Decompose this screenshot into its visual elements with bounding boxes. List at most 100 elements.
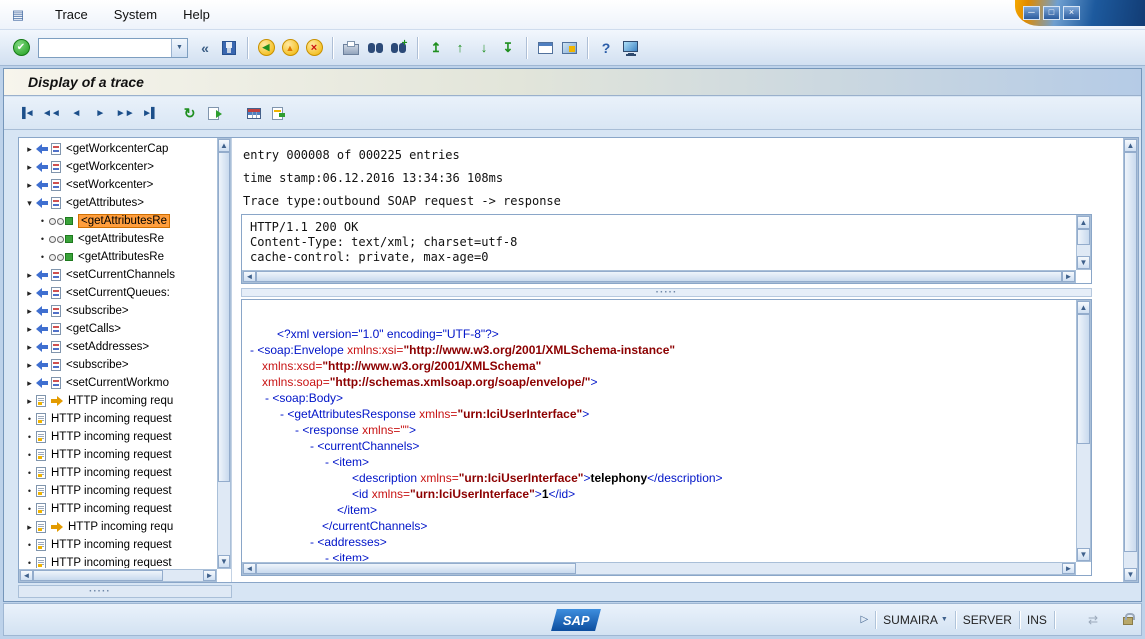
maximize-button[interactable]: □ bbox=[1043, 6, 1060, 20]
tree-item[interactable]: ▸<subscribe> bbox=[21, 302, 217, 320]
scroll-up-icon[interactable]: ▲ bbox=[1124, 139, 1137, 152]
next-entries-page-button[interactable]: ►► bbox=[114, 103, 136, 123]
previous-entry-button[interactable]: ◄ bbox=[66, 103, 86, 123]
headers-horizontal-scrollbar[interactable]: ◄ ► bbox=[242, 270, 1076, 283]
refresh-button[interactable]: ↻ bbox=[180, 103, 200, 123]
tree-item[interactable]: •HTTP incoming request bbox=[21, 428, 217, 446]
tree-horizontal-scrollbar[interactable]: ◄ ► bbox=[19, 569, 217, 582]
menu-system[interactable]: System bbox=[101, 3, 170, 26]
scroll-down-icon[interactable]: ▼ bbox=[1077, 256, 1090, 269]
expand-expander-icon[interactable]: ▸ bbox=[23, 144, 36, 155]
find-button[interactable] bbox=[364, 36, 386, 60]
tree-item[interactable]: ▸HTTP incoming requ bbox=[21, 392, 217, 410]
window-vertical-scrollbar[interactable]: ▲ ▼ bbox=[1123, 138, 1138, 582]
scroll-left-icon[interactable]: ◄ bbox=[243, 563, 256, 574]
scroll-down-icon[interactable]: ▼ bbox=[1124, 568, 1137, 581]
tree-item[interactable]: •HTTP incoming request bbox=[21, 554, 217, 568]
last-entry-button[interactable]: ►▌ bbox=[140, 103, 160, 123]
scrollbar-thumb[interactable] bbox=[218, 152, 230, 482]
tree-item[interactable]: ▸<getWorkcenter> bbox=[21, 158, 217, 176]
tree-item[interactable]: ▾<getAttributes> bbox=[21, 194, 217, 212]
user-dropdown-icon[interactable]: ▼ bbox=[941, 616, 948, 623]
new-session-button[interactable] bbox=[534, 36, 556, 60]
xml-vertical-scrollbar[interactable]: ▲ ▼ bbox=[1076, 300, 1091, 562]
scrollbar-thumb[interactable] bbox=[256, 271, 1062, 282]
prev-entries-page-button[interactable]: ◄◄ bbox=[40, 103, 62, 123]
tree-item[interactable]: ▸<setAddresses> bbox=[21, 338, 217, 356]
back-button[interactable]: ◀ bbox=[255, 36, 277, 60]
create-shortcut-button[interactable] bbox=[558, 36, 580, 60]
scroll-left-icon[interactable]: ◄ bbox=[20, 570, 33, 581]
tree-item[interactable]: ▸<setCurrentChannels bbox=[21, 266, 217, 284]
scroll-down-icon[interactable]: ▼ bbox=[218, 555, 230, 568]
expand-expander-icon[interactable]: ▸ bbox=[23, 180, 36, 191]
tree-item[interactable]: •<getAttributesRe bbox=[21, 248, 217, 266]
display-raw-button[interactable] bbox=[204, 103, 224, 123]
tree-item[interactable]: ▸<getCalls> bbox=[21, 320, 217, 338]
tree-item[interactable]: •<getAttributesRe bbox=[21, 212, 217, 230]
headers-vertical-scrollbar[interactable]: ▲ ▼ bbox=[1076, 215, 1091, 270]
customize-layout-button[interactable] bbox=[619, 36, 641, 60]
scrollbar-thumb[interactable] bbox=[1124, 152, 1137, 552]
status-user-field[interactable]: SUMAIRA ▼ bbox=[883, 613, 948, 627]
next-entry-button[interactable]: ► bbox=[90, 103, 110, 123]
scroll-up-icon[interactable]: ▲ bbox=[1077, 216, 1090, 229]
scroll-up-icon[interactable]: ▲ bbox=[218, 139, 230, 152]
scrollbar-thumb[interactable] bbox=[256, 563, 576, 574]
scroll-up-icon[interactable]: ▲ bbox=[1077, 301, 1090, 314]
scroll-right-icon[interactable]: ► bbox=[1062, 271, 1075, 282]
menu-trace[interactable]: Trace bbox=[42, 3, 101, 26]
help-button[interactable]: ? bbox=[595, 36, 617, 60]
scroll-left-icon[interactable]: ◄ bbox=[243, 271, 256, 282]
expand-expander-icon[interactable]: ▸ bbox=[23, 342, 36, 353]
tree-item[interactable]: •HTTP incoming request bbox=[21, 446, 217, 464]
tree-item[interactable]: ▸<setWorkcenter> bbox=[21, 176, 217, 194]
tree-vertical-scrollbar[interactable]: ▲ ▼ bbox=[217, 138, 231, 569]
find-next-button[interactable]: + bbox=[388, 36, 410, 60]
exit-button[interactable]: ▲ bbox=[279, 36, 301, 60]
scrollbar-thumb[interactable] bbox=[1077, 314, 1090, 444]
next-page-button[interactable]: ↓ bbox=[473, 36, 495, 60]
close-button[interactable]: × bbox=[1063, 6, 1080, 20]
expand-expander-icon[interactable]: ▸ bbox=[23, 378, 36, 389]
splitter-grip[interactable]: ····· bbox=[656, 290, 678, 295]
pane-splitter[interactable]: ····· bbox=[241, 288, 1092, 297]
tree-item[interactable]: •HTTP incoming request bbox=[21, 464, 217, 482]
hide-command-field-button[interactable]: « bbox=[194, 36, 216, 60]
scroll-right-icon[interactable]: ► bbox=[1062, 563, 1075, 574]
table-view-button[interactable] bbox=[244, 103, 264, 123]
expand-expander-icon[interactable]: ▸ bbox=[23, 270, 36, 281]
expand-expander-icon[interactable]: ▸ bbox=[23, 288, 36, 299]
command-field-dropdown-icon[interactable]: ▼ bbox=[171, 39, 187, 57]
splitter-grip[interactable]: ····· bbox=[89, 589, 111, 594]
tree-item[interactable]: •HTTP incoming request bbox=[21, 410, 217, 428]
system-menu-icon[interactable]: ▤ bbox=[8, 6, 28, 24]
collapse-expander-icon[interactable]: ▾ bbox=[23, 198, 36, 209]
expand-expander-icon[interactable]: ▸ bbox=[23, 360, 36, 371]
menu-help[interactable]: Help bbox=[170, 3, 223, 26]
tree-item[interactable]: •HTTP incoming request bbox=[21, 500, 217, 518]
tree-item[interactable]: ▸HTTP incoming requ bbox=[21, 518, 217, 536]
cancel-button[interactable]: × bbox=[303, 36, 325, 60]
scrollbar-thumb[interactable] bbox=[1077, 229, 1090, 245]
first-entry-button[interactable]: ▐◄ bbox=[16, 103, 36, 123]
tree-item[interactable]: •<getAttributesRe bbox=[21, 230, 217, 248]
tree-item[interactable]: •HTTP incoming request bbox=[21, 482, 217, 500]
tree-item[interactable]: ▸<getWorkcenterCap bbox=[21, 140, 217, 158]
tree-item[interactable]: ▸<setCurrentWorkmo bbox=[21, 374, 217, 392]
scroll-down-icon[interactable]: ▼ bbox=[1077, 548, 1090, 561]
minimize-button[interactable]: ─ bbox=[1023, 6, 1040, 20]
first-page-button[interactable]: ↥ bbox=[425, 36, 447, 60]
previous-page-button[interactable]: ↑ bbox=[449, 36, 471, 60]
performance-menu-icon[interactable]: ▷ bbox=[860, 614, 868, 625]
last-page-button[interactable]: ↧ bbox=[497, 36, 519, 60]
expand-expander-icon[interactable]: ▸ bbox=[23, 324, 36, 335]
expand-expander-icon[interactable]: ▸ bbox=[23, 396, 36, 407]
expand-expander-icon[interactable]: ▸ bbox=[23, 522, 36, 533]
tree-item[interactable]: ▸<subscribe> bbox=[21, 356, 217, 374]
xml-horizontal-scrollbar[interactable]: ◄ ► bbox=[242, 562, 1076, 575]
save-button[interactable] bbox=[218, 36, 240, 60]
scrollbar-thumb[interactable] bbox=[33, 570, 163, 581]
expand-expander-icon[interactable]: ▸ bbox=[23, 306, 36, 317]
tree-item[interactable]: ▸<setCurrentQueues: bbox=[21, 284, 217, 302]
